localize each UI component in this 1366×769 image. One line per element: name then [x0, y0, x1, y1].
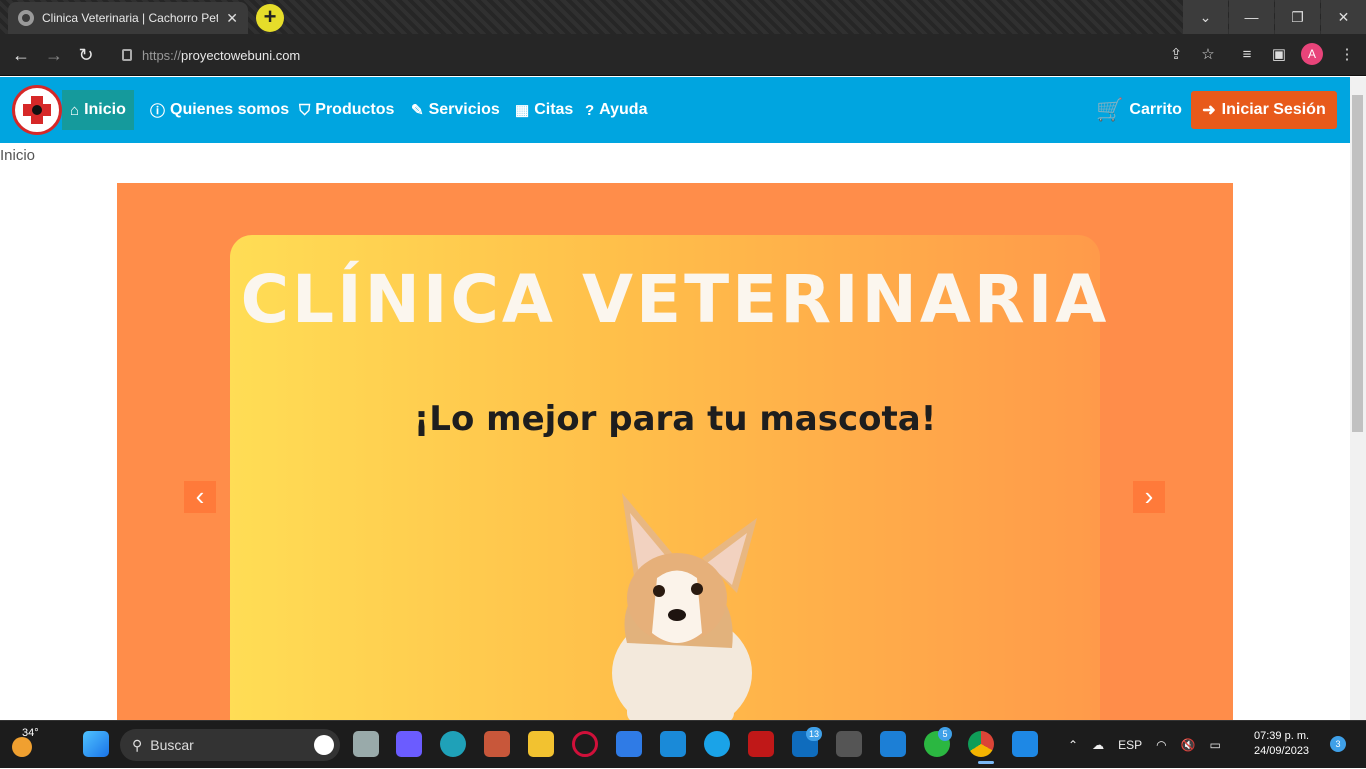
browser-tab-bar: Clinica Veterinaria | Cachorro Pet ✕ + ⌄…	[0, 0, 1366, 34]
app-icon[interactable]	[836, 731, 862, 757]
clock[interactable]: 07:39 p. m. 24/09/2023	[1254, 729, 1309, 759]
home-icon: ⌂	[70, 101, 80, 119]
bing-icon	[314, 735, 334, 755]
search-icon: ⚲	[132, 736, 143, 753]
teams-icon[interactable]	[396, 731, 422, 757]
address-bar[interactable]: https://proyectowebuni.com	[110, 40, 1200, 70]
chrome-icon[interactable]	[968, 731, 994, 757]
reading-list-icon[interactable]: ≡	[1234, 42, 1260, 68]
back-icon[interactable]: ←	[8, 42, 34, 68]
taskbar-search[interactable]: ⚲ Buscar	[120, 729, 340, 761]
share-icon[interactable]: ⇪	[1163, 42, 1189, 68]
tab-search-button[interactable]: ⌄	[1183, 0, 1228, 34]
hero-title: CLÍNICA VETERINARIA	[240, 261, 1110, 338]
scrollbar-thumb[interactable]	[1352, 95, 1363, 432]
file-explorer-icon[interactable]	[528, 731, 554, 757]
wifi-icon[interactable]: ◠	[1156, 738, 1166, 752]
hp-icon[interactable]	[660, 731, 686, 757]
site-navbar: ⌂ Inicio ⓘ Quienes somos ⛉ Productos ✎ Servi…	[0, 77, 1350, 143]
nav-item-servicios[interactable]: ✎ Servicios	[403, 90, 508, 130]
onedrive-icon[interactable]: ☁	[1092, 738, 1104, 752]
tab-title: Clinica Veterinaria | Cachorro Pet	[42, 11, 219, 25]
windows-taskbar: 34° ⚲ Buscar 13 5 ⌃ ☁ ESP ◠ 🔇 ▭ 07:39 p. …	[0, 720, 1366, 768]
weather-temp: 34°	[22, 727, 39, 739]
battery-icon[interactable]: ▭	[1210, 738, 1221, 752]
mail-badge: 13	[806, 727, 823, 741]
cart-link[interactable]: 🛒 Carrito	[1096, 90, 1182, 130]
nav-item-ayuda[interactable]: ? Ayuda	[577, 90, 655, 130]
weather-icon[interactable]	[12, 737, 32, 757]
side-panel-icon[interactable]: ▣	[1266, 42, 1292, 68]
nav-item-citas[interactable]: ▦ Citas	[507, 90, 581, 130]
info-icon: ⓘ	[150, 102, 166, 120]
breadcrumb: Inicio	[0, 147, 36, 164]
paw-icon	[32, 105, 42, 115]
restore-button[interactable]: ❐	[1275, 0, 1320, 34]
volume-mute-icon[interactable]: 🔇	[1181, 738, 1196, 752]
vscode-icon[interactable]	[880, 731, 906, 757]
calendar-icon: ▦	[515, 102, 530, 119]
corgi-dog-image	[612, 493, 757, 720]
start-icon[interactable]	[83, 731, 109, 757]
shield-icon: ⛉	[299, 101, 311, 119]
edge-icon[interactable]	[440, 731, 466, 757]
hero-carousel: CLÍNICA VETERINARIA ¡Lo mejor para tu ma…	[117, 183, 1233, 720]
syringe-icon: ✎	[411, 102, 424, 119]
login-button[interactable]: ➜ Iniciar Sesión	[1191, 91, 1337, 129]
globe-icon	[18, 10, 34, 26]
task-view-icon[interactable]	[353, 731, 379, 757]
forward-icon[interactable]: →	[41, 42, 67, 68]
nav-item-quienes-somos[interactable]: ⓘ Quienes somos	[142, 90, 297, 130]
carousel-next-button[interactable]: ›	[1133, 481, 1165, 513]
close-tab-icon[interactable]: ✕	[226, 10, 238, 27]
language-indicator[interactable]: ESP	[1118, 738, 1142, 752]
browser-tab[interactable]: Clinica Veterinaria | Cachorro Pet ✕	[8, 2, 248, 34]
system-tray: ⌃ ☁ ESP ◠ 🔇 ▭	[1068, 721, 1221, 769]
game-icon[interactable]	[484, 731, 510, 757]
store-icon[interactable]	[616, 731, 642, 757]
nav-item-inicio[interactable]: ⌂ Inicio	[62, 90, 134, 130]
hero-subtitle: ¡Lo mejor para tu mascota!	[413, 399, 937, 439]
minimize-button[interactable]: —	[1229, 0, 1274, 34]
reload-icon[interactable]: ↻	[73, 42, 99, 68]
close-window-button[interactable]: ✕	[1321, 0, 1366, 34]
chrome-active-indicator	[978, 761, 994, 764]
nav-item-productos[interactable]: ⛉ Productos	[291, 90, 402, 130]
mcafee-icon[interactable]	[748, 731, 774, 757]
cart-icon: 🛒	[1096, 97, 1124, 122]
browser-toolbar: ← → ↻ https://proyectowebuni.com ⇪ ☆ ≡ ▣…	[0, 34, 1366, 76]
new-tab-button[interactable]: +	[256, 4, 284, 32]
sign-in-icon: ➜	[1202, 102, 1216, 119]
notification-badge[interactable]: 3	[1330, 736, 1346, 752]
bookmark-star-icon[interactable]: ☆	[1195, 42, 1221, 68]
photos-icon[interactable]	[1012, 731, 1038, 757]
clinic-logo[interactable]	[12, 85, 62, 135]
help-icon: ?	[585, 101, 595, 119]
whatsapp-badge: 5	[938, 727, 952, 741]
url-text: https://proyectowebuni.com	[142, 47, 301, 63]
opera-icon[interactable]	[572, 731, 598, 757]
menu-kebab-icon[interactable]: ⋮	[1334, 42, 1360, 68]
profile-avatar[interactable]: A	[1301, 43, 1323, 65]
chevron-up-icon[interactable]: ⌃	[1068, 738, 1078, 752]
carousel-prev-button[interactable]: ‹	[184, 481, 216, 513]
help-app-icon[interactable]	[704, 731, 730, 757]
lock-icon	[122, 49, 132, 61]
